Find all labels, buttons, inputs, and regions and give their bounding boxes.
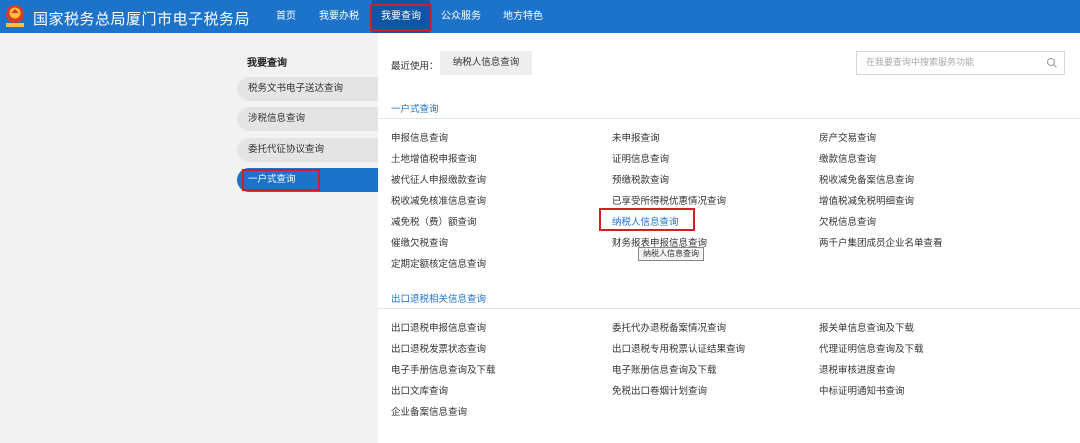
sidebar-item-tax-info[interactable]: 涉税信息查询 bbox=[237, 107, 378, 131]
nav-query[interactable]: 我要查询 bbox=[372, 0, 430, 33]
tooltip: 纳税人信息查询 bbox=[638, 247, 704, 261]
query-link[interactable]: 被代征人申报缴款查询 bbox=[391, 172, 486, 186]
query-link[interactable]: 增值税减免税明细查询 bbox=[819, 193, 914, 207]
query-link[interactable]: 缴款信息查询 bbox=[819, 151, 876, 165]
query-link[interactable]: 证明信息查询 bbox=[612, 151, 669, 165]
search-icon[interactable] bbox=[1046, 57, 1058, 69]
query-link[interactable]: 定期定额核定信息查询 bbox=[391, 256, 486, 270]
query-link[interactable]: 出口退税申报信息查询 bbox=[391, 320, 486, 334]
query-link[interactable]: 两千户集团成员企业名单查看 bbox=[819, 235, 943, 249]
query-link[interactable]: 申报信息查询 bbox=[391, 130, 448, 144]
query-link[interactable]: 催缴欠税查询 bbox=[391, 235, 448, 249]
site-title: 国家税务总局厦门市电子税务局 bbox=[33, 10, 251, 28]
query-link[interactable]: 免税出口卷烟计划查询 bbox=[612, 383, 707, 397]
query-link[interactable]: 出口文库查询 bbox=[391, 383, 448, 397]
sidebar-item-one-stop-query[interactable]: 一户式查询 bbox=[237, 168, 378, 192]
sidebar-title: 我要查询 bbox=[247, 58, 287, 69]
sidebar-item-document-delivery[interactable]: 税务文书电子送达查询 bbox=[237, 77, 378, 101]
query-link[interactable]: 出口退税发票状态查询 bbox=[391, 341, 486, 355]
query-link[interactable]: 税收减免备案信息查询 bbox=[819, 172, 914, 186]
nav-do-tax[interactable]: 我要办税 bbox=[319, 0, 359, 33]
query-link[interactable]: 退税审核进度查询 bbox=[819, 362, 895, 376]
section-divider bbox=[378, 308, 1080, 309]
sidebar-item-agency-agreement[interactable]: 委托代征协议查询 bbox=[237, 138, 378, 162]
query-link[interactable]: 已享受所得税优惠情况查询 bbox=[612, 193, 726, 207]
query-link[interactable]: 土地增值税申报查询 bbox=[391, 151, 477, 165]
recent-tag[interactable]: 纳税人信息查询 bbox=[440, 51, 532, 75]
top-navigation-bar: 国家税务总局厦门市电子税务局 首页 我要办税 我要查询 公众服务 地方特色 bbox=[0, 0, 1080, 33]
search-input[interactable] bbox=[857, 52, 1037, 74]
main-content-panel: 最近使用： 纳税人信息查询 一户式查询 申报信息查询 未申报查询 房产交易查询土地增… bbox=[378, 33, 1080, 443]
nav-local-features[interactable]: 地方特色 bbox=[503, 0, 543, 33]
nav-home[interactable]: 首页 bbox=[276, 0, 296, 33]
query-link[interactable]: 出口退税专用税票认证结果查询 bbox=[612, 341, 745, 355]
query-link[interactable]: 代理证明信息查询及下载 bbox=[819, 341, 924, 355]
query-link[interactable]: 企业备案信息查询 bbox=[391, 404, 467, 418]
query-link[interactable]: 预缴税款查询 bbox=[612, 172, 669, 186]
nav-public-service[interactable]: 公众服务 bbox=[441, 0, 481, 33]
search-box bbox=[856, 51, 1065, 75]
query-link[interactable]: 欠税信息查询 bbox=[819, 214, 876, 228]
query-link[interactable]: 电子账册信息查询及下载 bbox=[612, 362, 717, 376]
section-divider bbox=[378, 118, 1080, 119]
query-link[interactable]: 未申报查询 bbox=[612, 130, 660, 144]
section-title: 出口退税相关信息查询 bbox=[391, 294, 487, 305]
query-link[interactable]: 中标证明通知书查询 bbox=[819, 383, 905, 397]
query-link[interactable]: 电子手册信息查询及下载 bbox=[391, 362, 496, 376]
query-link[interactable]: 房产交易查询 bbox=[819, 130, 876, 144]
query-link[interactable]: 纳税人信息查询 bbox=[612, 214, 679, 228]
section-title: 一户式查询 bbox=[391, 104, 439, 115]
query-link[interactable]: 减免税（费）额查询 bbox=[391, 214, 477, 228]
query-link[interactable]: 报关单信息查询及下载 bbox=[819, 320, 914, 334]
tax-emblem-icon bbox=[6, 5, 24, 27]
recent-label: 最近使用： bbox=[391, 61, 439, 72]
query-link[interactable]: 税收减免核准信息查询 bbox=[391, 193, 486, 207]
query-link[interactable]: 委托代办退税备案情况查询 bbox=[612, 320, 726, 334]
